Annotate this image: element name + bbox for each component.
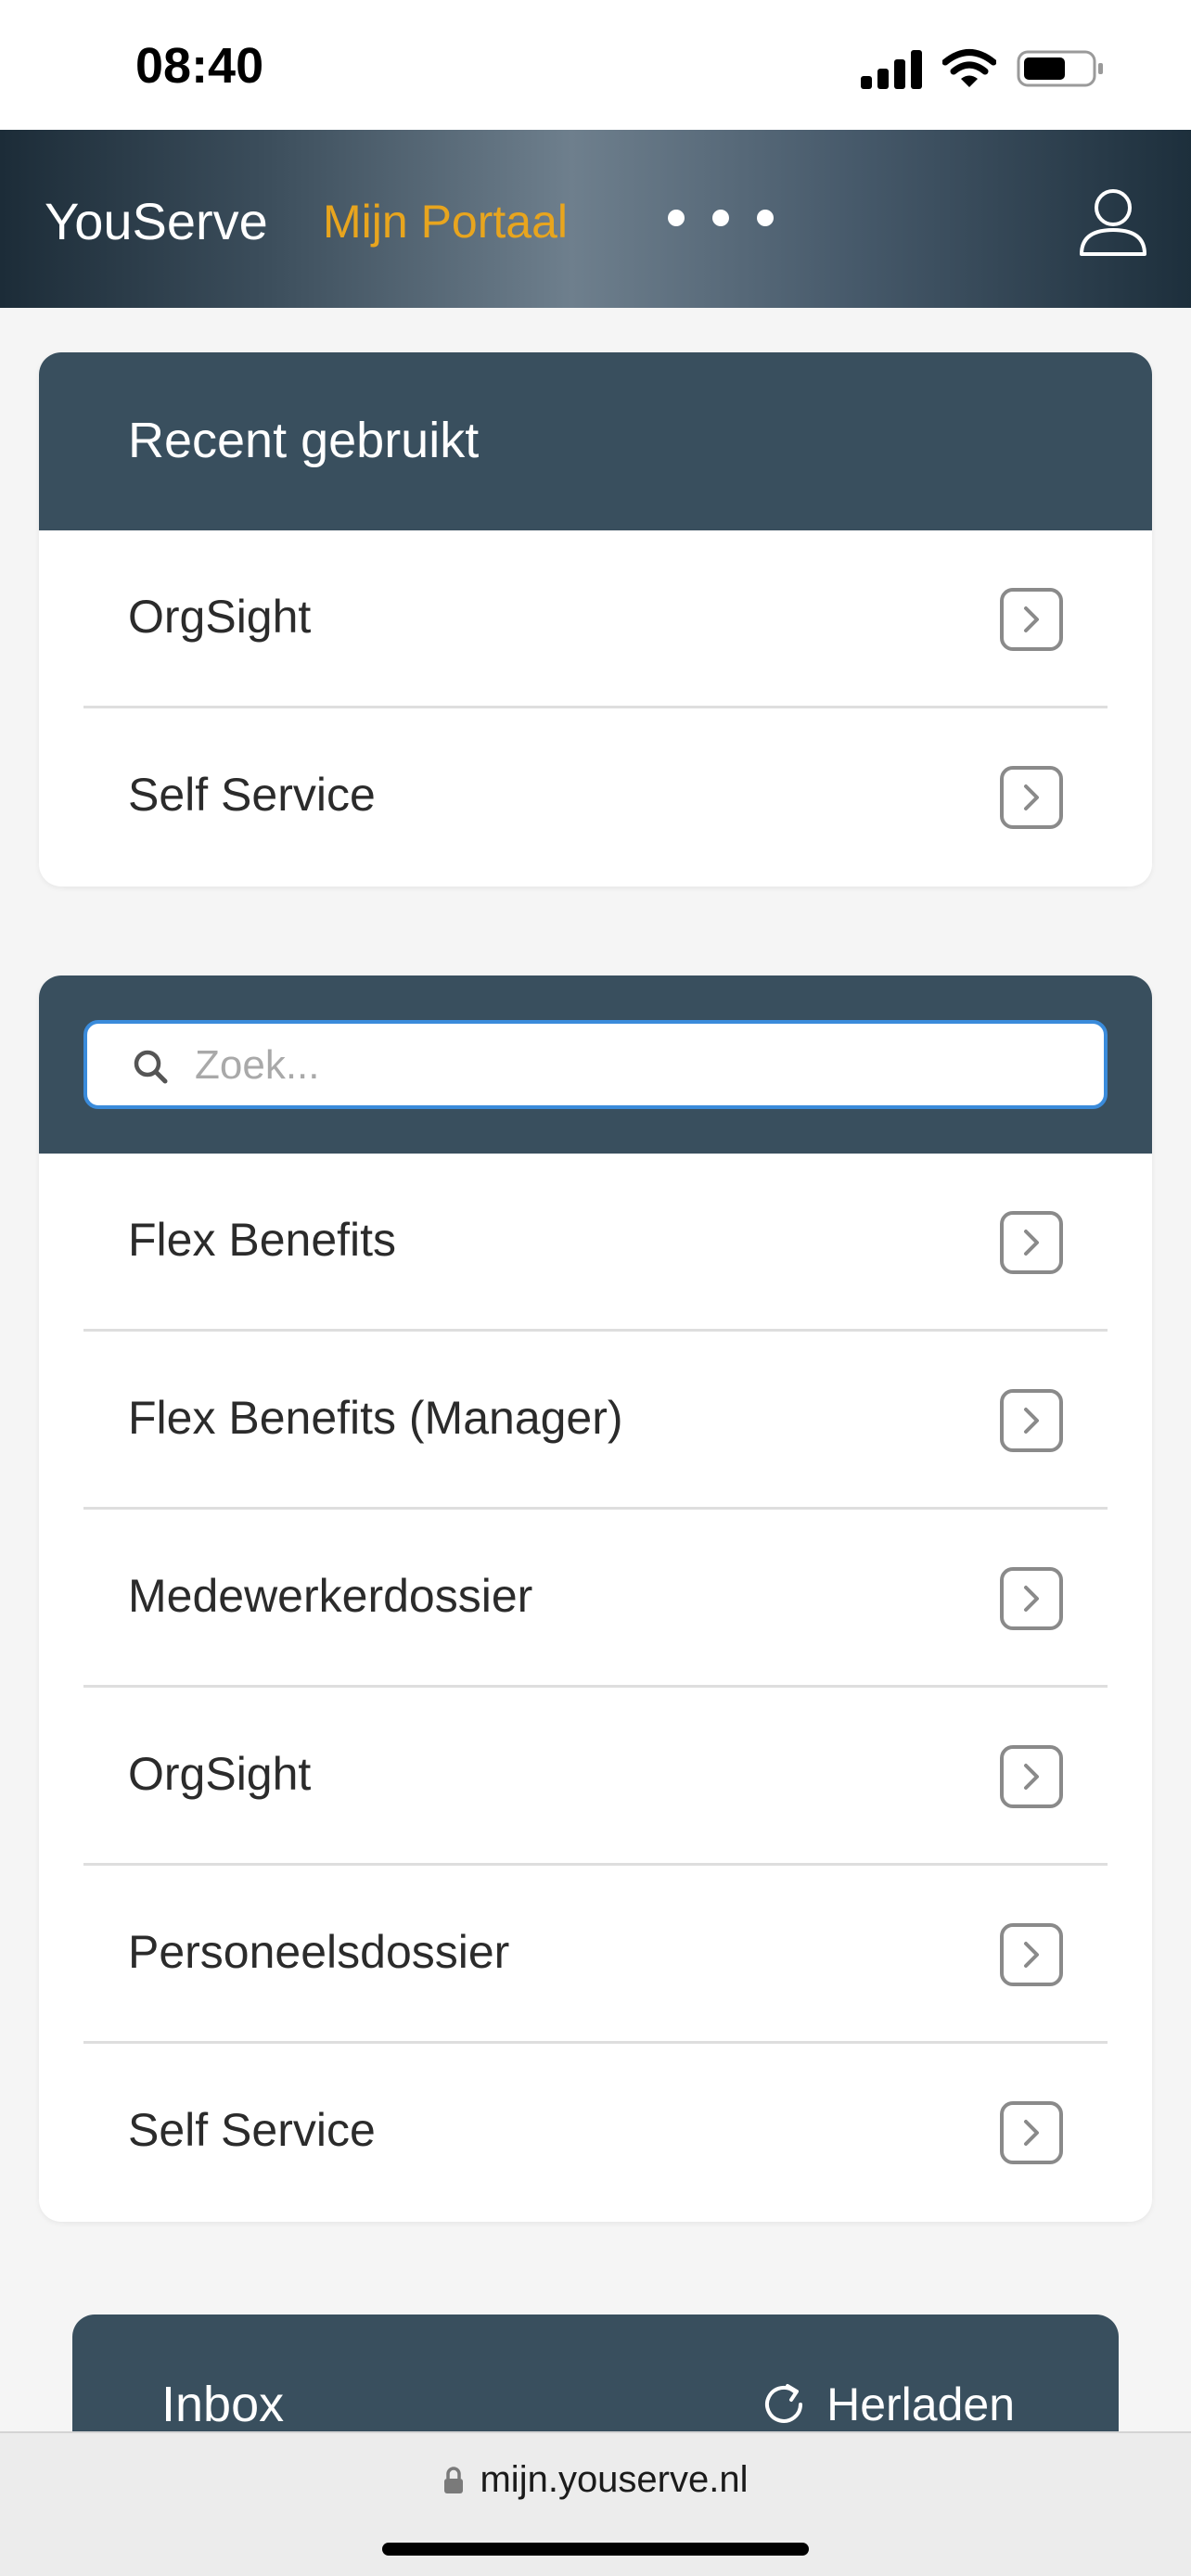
wifi-icon bbox=[942, 49, 996, 87]
url-text: mijn.youserve.nl bbox=[480, 2459, 749, 2500]
chevron-right-icon[interactable] bbox=[1000, 1211, 1063, 1274]
battery-icon bbox=[1017, 50, 1103, 87]
chevron-right-icon[interactable] bbox=[1000, 766, 1063, 829]
status-time: 08:40 bbox=[135, 38, 264, 94]
list-item-label: Self Service bbox=[128, 769, 376, 821]
list-item-label: Medewerkerdossier bbox=[128, 1570, 533, 1622]
refresh-icon bbox=[765, 2384, 803, 2423]
brand-logo[interactable]: YouServe bbox=[45, 191, 268, 251]
app-item-self-service[interactable]: Self Service bbox=[83, 2044, 1108, 2222]
apps-card: Flex Benefits Flex Benefits (Manager) Me… bbox=[39, 976, 1152, 2222]
url-display[interactable]: mijn.youserve.nl bbox=[0, 2459, 1191, 2501]
app-item-personeelsdossier[interactable]: Personeelsdossier bbox=[83, 1866, 1108, 2044]
status-icons bbox=[861, 48, 1106, 89]
recent-card-title: Recent gebruikt bbox=[128, 413, 480, 468]
user-profile-icon[interactable] bbox=[1074, 182, 1152, 260]
page: 08:40 YouServe Mijn Portaal Recent gebru… bbox=[0, 0, 1191, 2576]
portal-nav-link[interactable]: Mijn Portaal bbox=[323, 195, 568, 249]
search-header bbox=[39, 976, 1152, 1154]
chevron-right-icon[interactable] bbox=[1000, 1745, 1063, 1808]
recent-item-self-service[interactable]: Self Service bbox=[83, 708, 1108, 886]
more-menu-icon[interactable] bbox=[668, 210, 774, 226]
home-indicator[interactable] bbox=[382, 2543, 809, 2556]
recent-card: Recent gebruikt OrgSight Self Service bbox=[39, 352, 1152, 886]
list-item-label: Flex Benefits (Manager) bbox=[128, 1392, 623, 1444]
list-item-label: OrgSight bbox=[128, 1748, 312, 1800]
chevron-right-icon[interactable] bbox=[1000, 1389, 1063, 1452]
search-box[interactable] bbox=[83, 1020, 1108, 1109]
cellular-signal-icon bbox=[861, 48, 922, 89]
app-header: YouServe Mijn Portaal bbox=[0, 130, 1191, 308]
recent-item-orgsight[interactable]: OrgSight bbox=[83, 530, 1108, 708]
app-item-flex-benefits[interactable]: Flex Benefits bbox=[83, 1154, 1108, 1332]
list-item-label: Self Service bbox=[128, 2104, 376, 2156]
chevron-right-icon[interactable] bbox=[1000, 1567, 1063, 1630]
list-item-label: OrgSight bbox=[128, 591, 312, 643]
chevron-right-icon[interactable] bbox=[1000, 1923, 1063, 1986]
lock-icon bbox=[444, 2466, 464, 2493]
list-item-label: Flex Benefits bbox=[128, 1214, 397, 1266]
app-item-medewerkerdossier[interactable]: Medewerkerdossier bbox=[83, 1510, 1108, 1688]
status-bar: 08:40 bbox=[0, 0, 1191, 130]
list-item-label: Personeelsdossier bbox=[128, 1926, 510, 1978]
browser-address-bar[interactable]: mijn.youserve.nl bbox=[0, 2431, 1191, 2576]
chevron-right-icon[interactable] bbox=[1000, 2101, 1063, 2164]
inbox-title: Inbox bbox=[161, 2377, 285, 2432]
reload-label: Herladen bbox=[826, 2378, 1015, 2430]
search-icon bbox=[134, 1050, 168, 1084]
app-item-flex-benefits-manager[interactable]: Flex Benefits (Manager) bbox=[83, 1332, 1108, 1510]
reload-button[interactable]: Herladen bbox=[760, 2378, 1015, 2431]
app-item-orgsight[interactable]: OrgSight bbox=[83, 1688, 1108, 1866]
search-input[interactable] bbox=[195, 1037, 1085, 1094]
recent-card-header: Recent gebruikt bbox=[39, 352, 1152, 530]
chevron-right-icon[interactable] bbox=[1000, 588, 1063, 651]
